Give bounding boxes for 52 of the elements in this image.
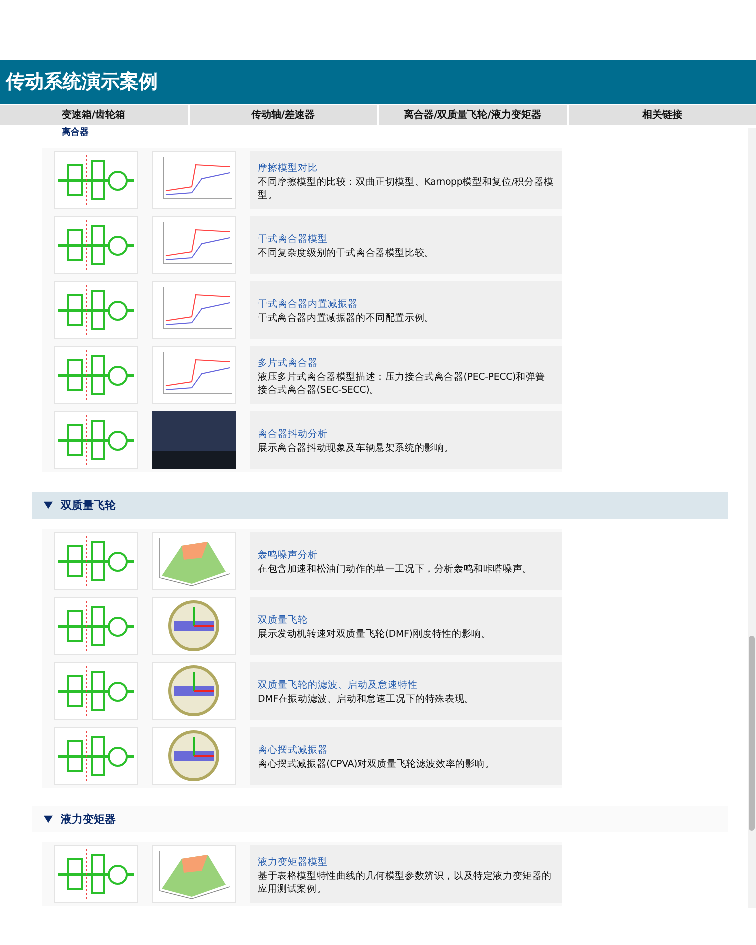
model-diagram-thumbnail[interactable]	[54, 727, 138, 785]
model-diagram-thumbnail[interactable]	[54, 151, 138, 209]
nav-tab[interactable]: 离合器/双质量飞轮/液力变矩器	[379, 105, 566, 125]
model-diagram-thumbnail[interactable]	[54, 411, 138, 469]
example-description: 离心摆式减振器(CPVA)对双质量飞轮滤波效率的影响。	[258, 759, 496, 772]
example-description: 展示离合器抖动现象及车辆悬架系统的影响。	[258, 443, 456, 456]
example-link[interactable]: 干式离合器内置减振器	[258, 298, 554, 312]
example-link[interactable]: 干式离合器模型	[258, 233, 554, 246]
example-description: 不同复杂度级别的干式离合器模型比较。	[258, 248, 436, 261]
example-link[interactable]: 轰鸣噪声分析	[258, 549, 554, 562]
nav-tab[interactable]: 传动轴/差速器	[190, 105, 377, 125]
line-plot-thumbnail[interactable]	[152, 281, 236, 339]
example-link[interactable]: 摩擦模型对比	[258, 162, 554, 175]
example-description: 在包含加速和松油门动作的单一工况下，分析轰鸣和咔嗒噪声。	[258, 564, 534, 577]
expand-triangle-icon[interactable]	[44, 814, 53, 824]
example-description: DMF在振动滤波、启动和怠速工况下的特殊表现。	[258, 694, 476, 707]
page-title: 传动系统演示案例	[6, 70, 158, 95]
model-render-thumbnail[interactable]	[152, 662, 236, 720]
model-diagram-thumbnail[interactable]	[54, 216, 138, 274]
scrollbar-thumb[interactable]	[749, 636, 755, 831]
line-plot-thumbnail[interactable]	[152, 151, 236, 209]
model-diagram-thumbnail[interactable]	[54, 662, 138, 720]
example-link[interactable]: 离合器抖动分析	[258, 428, 554, 442]
example-link[interactable]: 多片式离合器	[258, 356, 554, 370]
example-description: 干式离合器内置减振器的不同配置示例。	[258, 313, 436, 326]
nav-tab[interactable]: 相关链接	[568, 105, 756, 125]
scrollbar[interactable]	[748, 128, 756, 908]
line-plot-thumbnail[interactable]	[152, 216, 236, 274]
example-description: 不同摩擦模型的比较：双曲正切模型、Karnopp模型和复位/积分器模型。	[258, 176, 554, 202]
model-diagram-thumbnail[interactable]	[54, 532, 138, 590]
model-diagram-thumbnail[interactable]	[54, 281, 138, 339]
model-diagram-thumbnail[interactable]	[54, 346, 138, 404]
model-render-thumbnail[interactable]	[152, 727, 236, 785]
example-link[interactable]: 双质量飞轮	[258, 614, 554, 628]
example-description: 展示发动机转速对双质量飞轮(DMF)刚度特性的影响。	[258, 629, 492, 642]
section-title[interactable]: 液力变矩器	[61, 812, 116, 826]
surface-plot-thumbnail[interactable]	[152, 845, 236, 903]
example-description: 基于表格模型特性曲线的几何模型参数辨识，以及特定液力变矩器的应用测试案例。	[258, 870, 554, 896]
model-diagram-thumbnail[interactable]	[54, 845, 138, 903]
model-diagram-thumbnail[interactable]	[54, 597, 138, 655]
line-plot-thumbnail[interactable]	[152, 346, 236, 404]
example-description: 液压多片式离合器模型描述：压力接合式离合器(PEC-PECC)和弹簧接合式离合器(SEC-SECC)。	[258, 372, 546, 398]
model-render-thumbnail[interactable]	[152, 597, 236, 655]
expand-triangle-icon[interactable]	[44, 501, 53, 510]
nav-tab[interactable]: 变速箱/齿轮箱	[0, 105, 188, 125]
section-title[interactable]: 离合器	[62, 126, 89, 138]
example-link[interactable]: 液力变矩器模型	[258, 856, 554, 869]
example-link[interactable]: 离心摆式减振器	[258, 744, 554, 758]
surface-plot-thumbnail[interactable]	[152, 532, 236, 590]
photo-placeholder[interactable]	[152, 411, 236, 469]
example-link[interactable]: 双质量飞轮的滤波、启动及怠速特性	[258, 679, 554, 692]
section-title[interactable]: 双质量飞轮	[61, 498, 116, 513]
